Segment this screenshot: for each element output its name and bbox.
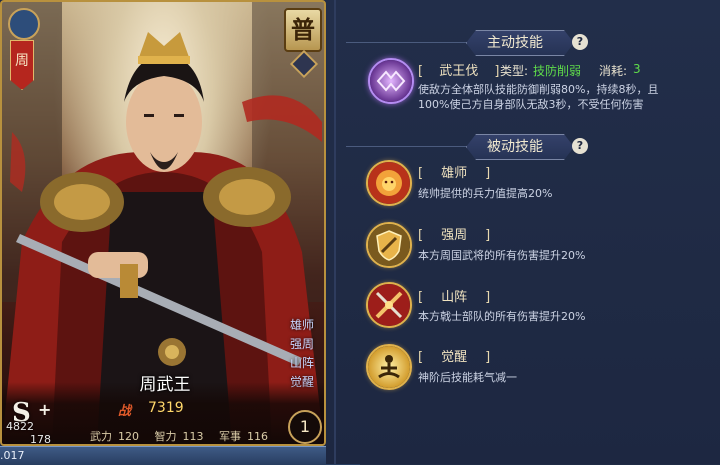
passive-skill-desc: 本方戟士部队的所有伤害提升20% xyxy=(418,310,586,323)
skill-tag: 山阵 xyxy=(290,356,315,370)
skill-tag-list: 雄师 强周 山阵 觉醒 xyxy=(290,316,324,392)
horizontal-scrollbar[interactable]: .017 xyxy=(0,446,360,465)
active-skills-header: 主动技能 ? xyxy=(346,30,606,56)
desc-line: 使敌方全体部队技能防御削弱80%，持续8秒，且 xyxy=(418,83,659,96)
grade-badge: 普 xyxy=(284,8,322,52)
shield-icon[interactable] xyxy=(366,222,412,268)
passive-skill-name: [雄师] xyxy=(418,166,491,181)
overlay-number: 4822 xyxy=(6,420,34,433)
skill-tag: 强周 xyxy=(290,337,315,351)
hero-card[interactable]: 周 普 雄师 强周 山阵 觉醒 周武王 S + 战 7319 武力120 智力1… xyxy=(0,0,326,446)
meditation-icon[interactable] xyxy=(366,344,412,390)
skill-type-value: 技防削弱 xyxy=(533,64,582,78)
active-skill-desc: 使敌方全体部队技能防御削弱80%，持续8秒，且 100%使己方自身部队无敌3秒，… xyxy=(418,82,718,112)
overlay-number: 178 xyxy=(30,433,51,446)
overlay-numbers: 4822 178 xyxy=(0,420,51,446)
stat-force: 武力 120 xyxy=(90,430,139,443)
desc-line: 100%使己方自身部队无敌3秒，不受任何伤害 xyxy=(418,98,644,111)
rank-plus: + xyxy=(38,400,52,419)
passive-skill-desc: 统帅提供的兵力值提高20% xyxy=(418,187,553,200)
passive-skill-name-text: 觉醒 xyxy=(441,350,468,365)
skill-cost-label: 消耗: xyxy=(599,64,628,78)
passive-skills-header: 被动技能 ? xyxy=(346,134,606,160)
skill-tag: 雄师 xyxy=(290,318,315,332)
skill-cost-value: 3 xyxy=(633,62,641,76)
passive-skill-name-text: 山阵 xyxy=(441,290,468,305)
faction-banner: 周 xyxy=(10,40,34,90)
overlay-number: .017 xyxy=(0,449,25,462)
power-value: 7319 xyxy=(148,400,184,416)
passive-skills-title: 被动技能 xyxy=(466,134,574,160)
faction-emblem-icon xyxy=(8,8,40,40)
stat-military: 军事 116 xyxy=(219,430,268,443)
active-skill-name: [ 武王伐 ] xyxy=(418,64,500,79)
hero-name: 周武王 xyxy=(139,375,191,395)
active-skills-title: 主动技能 xyxy=(466,30,574,56)
lion-icon[interactable] xyxy=(366,160,412,206)
passive-skill-name-text: 强周 xyxy=(441,228,468,243)
passive-skill-name: [强周] xyxy=(418,228,491,243)
help-icon[interactable]: ? xyxy=(572,138,588,154)
passive-skill-name: [山阵] xyxy=(418,290,491,305)
power-icon: 战 xyxy=(118,404,132,419)
passive-skill-desc: 本方周国武将的所有伤害提升20% xyxy=(418,249,586,262)
help-icon[interactable]: ? xyxy=(572,34,588,50)
hero-stats: 武力 120 智力 113 军事 116 xyxy=(90,428,280,444)
skill-type-label: 类型: xyxy=(500,64,529,78)
passive-skill-name-text: 雄师 xyxy=(441,166,468,181)
crossed-weapons-icon[interactable] xyxy=(366,282,412,328)
cost-badge: 1 xyxy=(288,410,322,444)
skill-wuwangfa-icon[interactable] xyxy=(368,58,414,104)
skills-panel: 主动技能 ? [ 武王伐 ] 类型: 技防削弱 消耗: 3 使敌方全体部队技能防… xyxy=(326,0,720,464)
active-skill-name-text: 武王伐 xyxy=(439,64,479,79)
stat-intellect: 智力 113 xyxy=(154,430,204,443)
passive-skill-name: [觉醒] xyxy=(418,350,491,365)
passive-skill-desc: 神阶后技能耗气减一 xyxy=(418,371,517,384)
